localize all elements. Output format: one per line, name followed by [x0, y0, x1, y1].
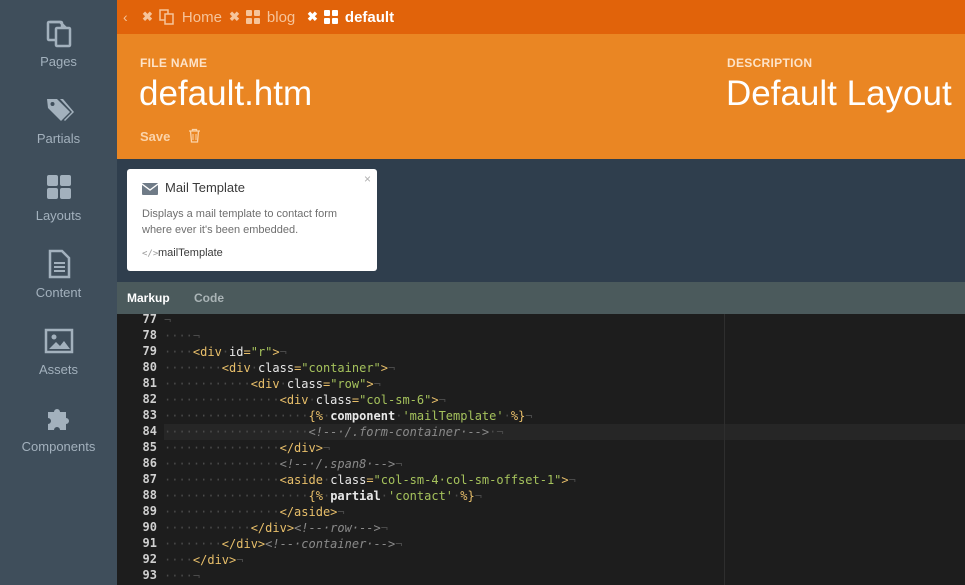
- code-line: ········</div><!--·container·-->¬: [164, 537, 403, 551]
- chevron-left-icon[interactable]: ‹: [123, 0, 128, 34]
- component-title: Mail Template: [165, 180, 245, 195]
- pages-icon: [159, 9, 175, 25]
- file-header: FILE NAME default.htm DESCRIPTION Defaul…: [117, 34, 965, 159]
- tab-blog[interactable]: ✖ blog: [229, 0, 295, 34]
- line-number: 77: [142, 314, 157, 326]
- sidebar-item-label: Pages: [40, 54, 77, 69]
- code-line: ¬: [164, 314, 172, 327]
- envelope-icon: [141, 182, 159, 200]
- line-number: 78: [142, 328, 157, 342]
- line-number: 84: [142, 424, 157, 438]
- document-icon: [0, 249, 117, 279]
- editor-tabs: Markup Code: [117, 282, 965, 314]
- sidebar-item-label: Content: [35, 285, 82, 300]
- line-number: 90: [142, 520, 157, 534]
- sidebar-item-label: Layouts: [35, 208, 82, 223]
- puzzle-icon: [0, 403, 117, 433]
- line-number: 79: [142, 344, 157, 358]
- line-number: 93: [142, 568, 157, 582]
- component-description: Displays a mail template to contact form…: [142, 208, 338, 236]
- components-area: Mail Template × Displays a mail template…: [117, 159, 965, 282]
- code-line: ····<div·id="r">¬: [164, 345, 287, 359]
- line-number: 82: [142, 392, 157, 406]
- sidebar-item-assets[interactable]: Assets: [0, 326, 117, 396]
- sidebar-item-layouts[interactable]: Layouts: [0, 172, 117, 242]
- sidebar-item-label: Components: [21, 439, 96, 454]
- component-card[interactable]: Mail Template × Displays a mail template…: [127, 169, 377, 271]
- save-button[interactable]: Save: [140, 129, 170, 144]
- line-number: 86: [142, 456, 157, 470]
- code-line: ················</aside>¬: [164, 505, 345, 519]
- line-number: 85: [142, 440, 157, 454]
- tab-bar: ‹ ✖ Home ✖ blog ✖ default: [117, 0, 965, 34]
- sidebar-item-components[interactable]: Components: [0, 403, 117, 473]
- component-alias: mailTemplate: [158, 247, 223, 259]
- code-line: ················<!--·/.span8·-->¬: [164, 457, 403, 471]
- line-number: 83: [142, 408, 157, 422]
- tab-label: default: [344, 8, 395, 26]
- sidebar-item-label: Assets: [38, 362, 78, 377]
- grid-icon: [323, 10, 338, 24]
- line-number: 87: [142, 472, 157, 486]
- code-line: ····················{%·component·'mailTe…: [164, 409, 533, 423]
- tab-default[interactable]: ✖ default: [307, 0, 394, 34]
- line-number: 89: [142, 504, 157, 518]
- code-line: ····</div>¬: [164, 553, 244, 567]
- print-margin: [724, 314, 725, 585]
- code-line: ····················<!--·/.form-containe…: [164, 425, 504, 439]
- trash-icon[interactable]: [188, 128, 201, 148]
- close-icon[interactable]: ✖: [229, 9, 240, 25]
- description-label: DESCRIPTION: [727, 56, 813, 70]
- grid-icon: [0, 172, 117, 202]
- code-icon: </>: [142, 249, 159, 259]
- code-line: ············<div·class="row">¬: [164, 377, 381, 391]
- code-line: ············</div><!--·row·-->¬: [164, 521, 388, 535]
- file-name-field[interactable]: default.htm: [139, 74, 312, 114]
- tab-home[interactable]: ✖ Home: [142, 0, 222, 34]
- image-icon: [0, 326, 117, 356]
- code-line: ················<div·class="col-sm-6">¬: [164, 393, 446, 407]
- code-line: ····¬: [164, 569, 201, 583]
- code-line: ················</div>¬: [164, 441, 331, 455]
- sidebar: Pages Partials Layouts Content Assets Co…: [0, 0, 117, 585]
- description-field[interactable]: Default Layout: [726, 74, 952, 114]
- code-line: ········<div·class="container">¬: [164, 361, 396, 375]
- grid-icon: [245, 10, 260, 24]
- tab-code[interactable]: Code: [194, 282, 224, 314]
- close-icon[interactable]: ✖: [307, 9, 318, 25]
- tab-markup[interactable]: Markup: [127, 282, 170, 314]
- code-line: ····················{%·partial·'contact'…: [164, 489, 482, 503]
- close-icon[interactable]: ×: [364, 172, 371, 186]
- tab-label: Home: [181, 8, 222, 26]
- line-number: 88: [142, 488, 157, 502]
- close-icon[interactable]: ✖: [142, 9, 153, 25]
- code-editor[interactable]: 77 78 79 80 81 82 83 84 85 86 87 88 89 9…: [117, 314, 965, 585]
- tab-label: blog: [266, 8, 296, 26]
- sidebar-item-pages[interactable]: Pages: [0, 18, 117, 88]
- code-line: ················<aside·class="col-sm-4·c…: [164, 473, 576, 487]
- tags-icon: [0, 95, 117, 125]
- file-name-label: FILE NAME: [140, 56, 208, 70]
- line-number: 92: [142, 552, 157, 566]
- line-number: 80: [142, 360, 157, 374]
- sidebar-item-label: Partials: [36, 131, 81, 146]
- line-number: 81: [142, 376, 157, 390]
- sidebar-item-content[interactable]: Content: [0, 249, 117, 319]
- pages-icon: [0, 18, 117, 48]
- line-number: 91: [142, 536, 157, 550]
- code-line: ····¬: [164, 329, 201, 343]
- sidebar-item-partials[interactable]: Partials: [0, 95, 117, 165]
